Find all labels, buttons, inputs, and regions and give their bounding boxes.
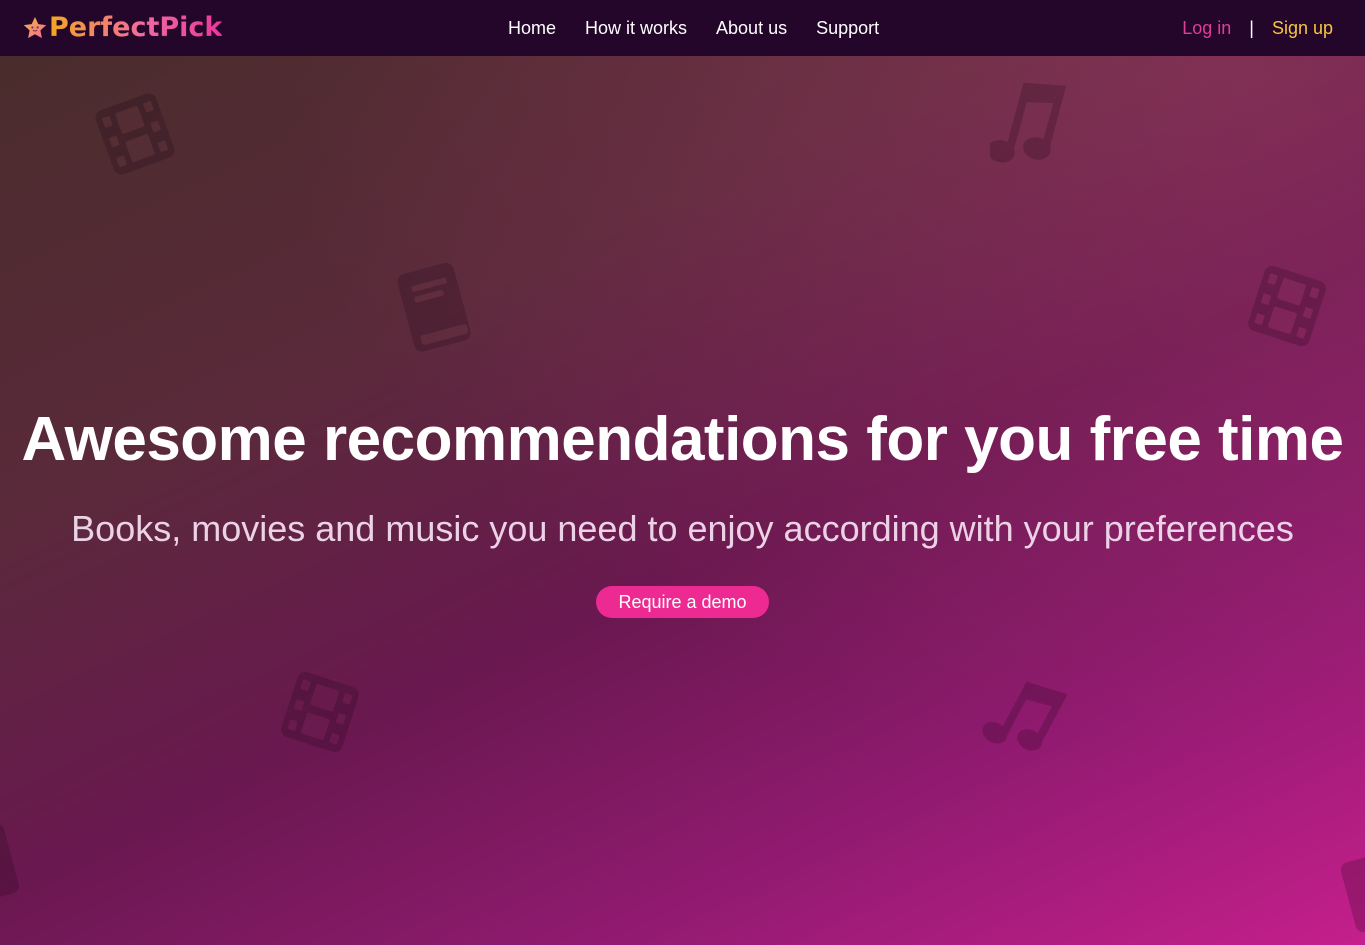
book-icon — [0, 821, 20, 901]
music-note-icon — [990, 76, 1070, 181]
brand-name: PerfectPick — [49, 10, 222, 46]
hero-subtitle: Books, movies and music you need to enjo… — [71, 508, 1294, 549]
signup-link[interactable]: Sign up — [1272, 18, 1333, 39]
brand-logo[interactable]: PerfectPick — [22, 10, 222, 46]
film-icon — [93, 86, 177, 182]
hero-section: Awesome recommendations for you free tim… — [0, 56, 1365, 945]
nav-link-home[interactable]: Home — [508, 18, 556, 39]
auth-separator: | — [1249, 17, 1254, 38]
auth-links: Log in | Sign up — [1182, 0, 1333, 56]
top-navbar: PerfectPick Home How it works About us S… — [0, 0, 1365, 56]
book-icon — [395, 259, 475, 355]
film-icon — [276, 664, 364, 760]
main-nav: Home How it works About us Support — [508, 0, 908, 56]
film-icon — [1243, 258, 1331, 354]
book-icon — [1340, 856, 1365, 936]
nav-link-support[interactable]: Support — [816, 18, 879, 39]
login-link[interactable]: Log in — [1182, 18, 1231, 39]
nav-link-how-it-works[interactable]: How it works — [585, 18, 687, 39]
nav-link-about-us[interactable]: About us — [716, 18, 787, 39]
star-icon — [23, 16, 47, 39]
require-demo-button[interactable]: Require a demo — [596, 586, 769, 618]
music-note-icon — [978, 676, 1074, 766]
hero-title: Awesome recommendations for you free tim… — [21, 405, 1344, 474]
